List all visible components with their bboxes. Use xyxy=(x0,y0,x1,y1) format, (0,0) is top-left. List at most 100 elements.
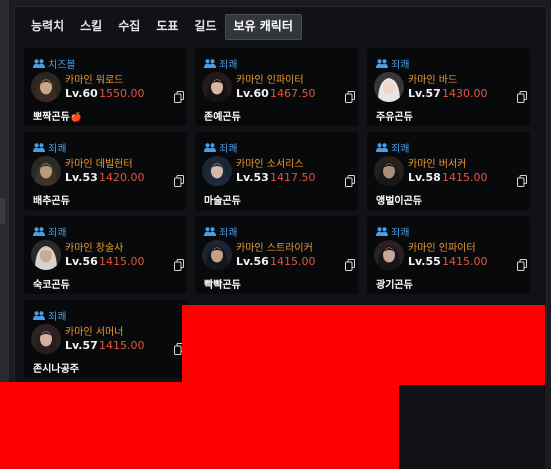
redaction-block xyxy=(0,382,399,469)
copy-icon[interactable] xyxy=(345,172,355,191)
server-class: 카마인 소서리스 xyxy=(236,159,304,170)
item-level: 1417.50 xyxy=(270,171,316,184)
guild-icon xyxy=(204,143,216,152)
guild-row: 치즈볼 xyxy=(33,56,76,71)
character-avatar xyxy=(31,324,61,354)
guild-row: 죄쾌 xyxy=(204,56,237,71)
character-level: Lv.56 xyxy=(236,255,269,268)
guild-icon xyxy=(33,311,45,320)
copy-icon[interactable] xyxy=(174,256,184,275)
server-class: 카마인 바드 xyxy=(408,75,458,86)
guild-name: 죄쾌 xyxy=(391,228,410,239)
redaction-block xyxy=(182,305,545,385)
guild-icon xyxy=(33,227,45,236)
character-avatar xyxy=(374,240,404,270)
character-card[interactable]: 죄쾌 카마인 바드 Lv.57 1430.00 주유곤듀 xyxy=(367,48,530,126)
copy-icon[interactable] xyxy=(345,88,355,107)
character-name-text: 마술곤듀 xyxy=(204,196,241,207)
guild-name: 죄쾌 xyxy=(219,144,238,155)
guild-icon xyxy=(204,227,216,236)
server-class: 카마인 데빌헌터 xyxy=(65,159,133,170)
tab-skills[interactable]: 스킬 xyxy=(72,14,110,38)
character-name-text: 배추곤듀 xyxy=(33,196,70,207)
character-level: Lv.60 xyxy=(236,87,269,100)
character-name: 앵벌이곤듀 xyxy=(376,192,422,207)
character-name: 존시나공주 xyxy=(33,360,79,375)
copy-icon[interactable] xyxy=(345,256,355,275)
copy-icon[interactable] xyxy=(517,256,527,275)
guild-icon xyxy=(33,59,45,68)
character-card[interactable]: 치즈볼카마인 워로드 Lv.60 1550.00 뽀짝곤듀🍎 xyxy=(24,48,187,126)
guild-row: 죄쾌 xyxy=(33,308,66,323)
character-avatar xyxy=(31,240,61,270)
character-card[interactable]: 죄쾌카마인 서머너 Lv.57 1415.00 존시나공주 xyxy=(24,300,187,378)
character-card[interactable]: 죄쾌카마인 스트라이커 Lv.56 1415.00 빡빡곤듀 xyxy=(195,216,358,294)
copy-icon[interactable] xyxy=(517,88,527,107)
tab-owned-characters[interactable]: 보유 캐릭터 xyxy=(224,14,302,40)
item-level: 1420.00 xyxy=(99,171,145,184)
server-class: 카마인 워로드 xyxy=(65,75,124,86)
guild-name: 죄쾌 xyxy=(48,312,67,323)
character-name: 숙코곤듀 xyxy=(33,276,70,291)
character-name: 마술곤듀 xyxy=(204,192,241,207)
guild-name: 치즈볼 xyxy=(48,60,76,71)
guild-row: 죄쾌 xyxy=(33,224,66,239)
copy-icon[interactable] xyxy=(174,88,184,107)
character-name: 뽀짝곤듀🍎 xyxy=(33,108,82,123)
guild-icon xyxy=(376,143,388,152)
guild-name: 죄쾌 xyxy=(219,228,238,239)
character-card[interactable]: 죄쾌카마인 데빌헌터 Lv.53 1420.00 배추곤듀 xyxy=(24,132,187,210)
server-class: 카마인 서머너 xyxy=(65,327,124,338)
guild-name: 죄쾌 xyxy=(219,60,238,71)
guild-row: 죄쾌 xyxy=(376,224,409,239)
item-level: 1550.00 xyxy=(99,87,145,100)
guild-row: 죄쾌 xyxy=(204,224,237,239)
copy-icon[interactable] xyxy=(174,172,184,191)
character-name: 존예곤듀 xyxy=(204,108,241,123)
character-card[interactable]: 죄쾌 카마인 인파이터 Lv.55 1415.00 광기곤듀 xyxy=(367,216,530,294)
scrollbar-thumb[interactable] xyxy=(0,198,5,224)
guild-row: 죄쾌 xyxy=(376,140,409,155)
apple-icon: 🍎 xyxy=(70,113,83,123)
guild-name: 죄쾌 xyxy=(48,228,67,239)
character-avatar xyxy=(31,156,61,186)
character-card[interactable]: 죄쾌 카마인 창술사 Lv.56 1415.00 숙코곤듀 xyxy=(24,216,187,294)
character-card[interactable]: 죄쾌 카마인 인파이터 Lv.60 1467.50 존예곤듀 xyxy=(195,48,358,126)
character-name-text: 숙코곤듀 xyxy=(33,280,70,291)
character-level: Lv.60 xyxy=(65,87,98,100)
character-level: Lv.53 xyxy=(65,171,98,184)
character-name: 광기곤듀 xyxy=(376,276,413,291)
character-level: Lv.58 xyxy=(408,171,441,184)
item-level: 1415.00 xyxy=(270,255,316,268)
character-card[interactable]: 죄쾌카마인 버서커 Lv.58 1415.00 앵벌이곤듀 xyxy=(367,132,530,210)
character-name-text: 뽀짝곤듀 xyxy=(33,112,70,123)
tab-guild[interactable]: 길드 xyxy=(186,14,224,38)
bottom-empty-area xyxy=(399,385,545,469)
guild-name: 죄쾌 xyxy=(48,144,67,155)
server-class: 카마인 인파이터 xyxy=(236,75,304,86)
character-level: Lv.53 xyxy=(236,171,269,184)
copy-icon[interactable] xyxy=(517,172,527,191)
character-level: Lv.55 xyxy=(408,255,441,268)
character-name: 배추곤듀 xyxy=(33,192,70,207)
tab-stats[interactable]: 능력치 xyxy=(23,14,72,38)
item-level: 1415.00 xyxy=(442,171,488,184)
guild-row: 죄쾌 xyxy=(376,56,409,71)
character-level: Lv.57 xyxy=(65,339,98,352)
item-level: 1415.00 xyxy=(99,255,145,268)
server-class: 카마인 스트라이커 xyxy=(236,243,313,254)
tab-collection[interactable]: 수집 xyxy=(110,14,148,38)
character-avatar xyxy=(202,240,232,270)
character-card[interactable]: 죄쾌카마인 소서리스 Lv.53 1417.50 마술곤듀 xyxy=(195,132,358,210)
tab-chart[interactable]: 도표 xyxy=(148,14,186,38)
character-name-text: 존예곤듀 xyxy=(204,112,241,123)
character-name-text: 주유곤듀 xyxy=(376,112,413,123)
character-name-text: 빡빡곤듀 xyxy=(204,280,241,291)
character-avatar xyxy=(374,156,404,186)
server-class: 카마인 버서커 xyxy=(408,159,467,170)
item-level: 1415.00 xyxy=(99,339,145,352)
tab-bar: 능력치 스킬 수집 도표 길드 보유 캐릭터 xyxy=(23,14,302,40)
character-avatar xyxy=(374,72,404,102)
guild-icon xyxy=(376,59,388,68)
item-level: 1430.00 xyxy=(442,87,488,100)
